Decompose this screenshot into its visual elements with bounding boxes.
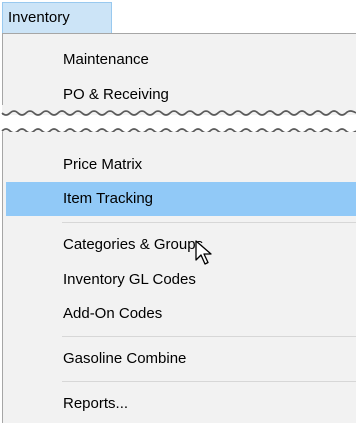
menu-separator [62, 381, 356, 382]
menu-item-maintenance[interactable]: Maintenance [6, 43, 356, 77]
menubar-inventory[interactable]: Inventory [2, 2, 112, 34]
menu-item-inventory-gl-codes[interactable]: Inventory GL Codes [6, 263, 356, 297]
menu-separator [62, 336, 356, 337]
menu-item-gasoline-combine[interactable]: Gasoline Combine [6, 342, 356, 376]
mouse-pointer-icon [195, 240, 212, 265]
menu-item-item-tracking[interactable]: Item Tracking [6, 182, 356, 216]
menu-item-reports[interactable]: Reports... [6, 387, 356, 421]
menu-item-categories-groups[interactable]: Categories & Groups [6, 228, 356, 262]
menu-separator [62, 222, 356, 223]
menu-item-add-on-codes[interactable]: Add-On Codes [6, 297, 356, 331]
screenshot-stage: Inventory Maintenance PO & Receiving Pri… [0, 0, 356, 423]
menu-item-price-matrix[interactable]: Price Matrix [6, 148, 356, 182]
